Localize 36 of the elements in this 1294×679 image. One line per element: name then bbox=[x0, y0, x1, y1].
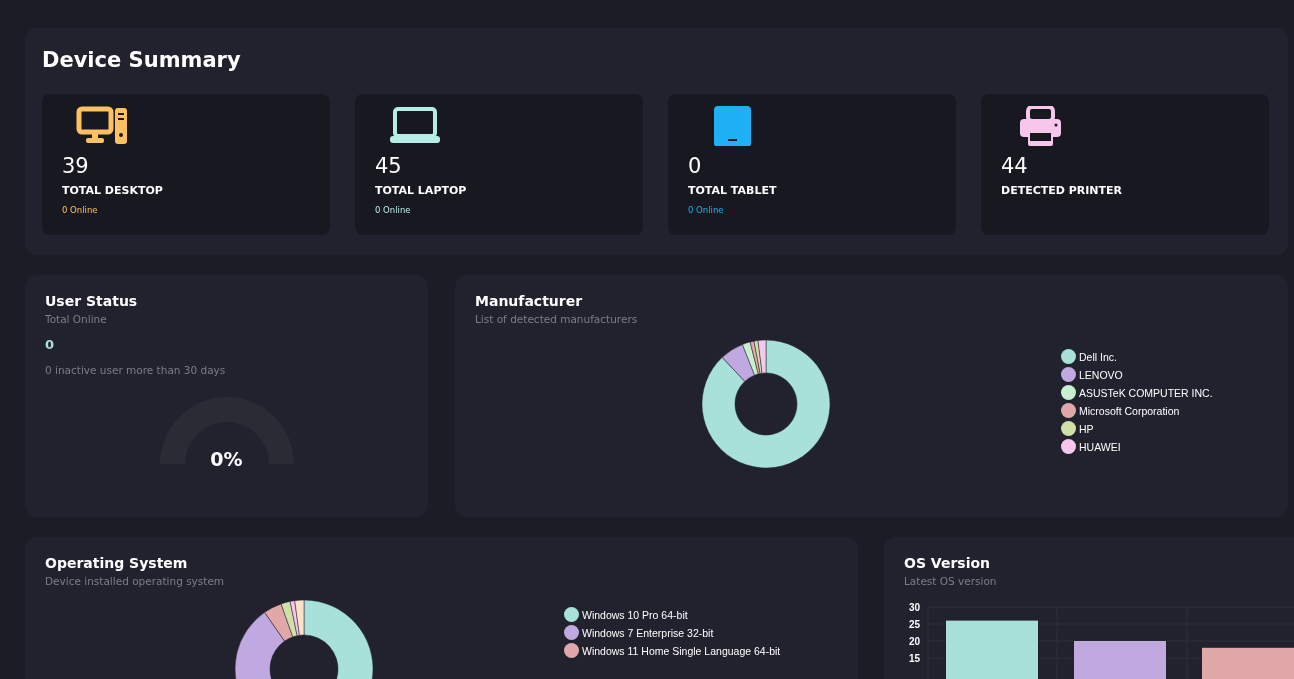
legend-item[interactable]: ASUSTeK COMPUTER INC. bbox=[1061, 385, 1213, 400]
stat-label: TOTAL TABLET bbox=[688, 184, 778, 197]
stat-count: 45 bbox=[375, 154, 403, 178]
stat-count: 0 bbox=[688, 154, 703, 178]
legend-item[interactable]: Dell Inc. bbox=[1061, 349, 1213, 364]
y-tick: 25 bbox=[908, 619, 920, 630]
y-tick: 20 bbox=[908, 636, 920, 647]
stat-label: DETECTED PRINTER bbox=[1001, 184, 1124, 197]
legend-item[interactable]: Windows 10 Pro 64-bit bbox=[564, 607, 781, 622]
legend-item[interactable]: Windows 11 Home Single Language 64-bit bbox=[564, 643, 781, 658]
section-title: Device Summary bbox=[42, 48, 242, 72]
card-subtitle: Device installed operating system bbox=[45, 575, 226, 587]
online-value: 0 bbox=[45, 337, 55, 352]
inactive-note: 0 inactive user more than 30 days bbox=[45, 364, 227, 376]
gauge-reading: 0% bbox=[210, 448, 243, 470]
card-title: OS Version bbox=[904, 555, 992, 571]
stat-label: TOTAL DESKTOP bbox=[62, 184, 164, 197]
card-title: User Status bbox=[45, 293, 139, 309]
y-tick: 30 bbox=[908, 602, 920, 613]
card-subtitle: Total Online bbox=[45, 313, 108, 325]
legend-item[interactable]: LENOVO bbox=[1061, 367, 1213, 382]
card-title: Operating System bbox=[45, 555, 189, 571]
card-subtitle: Latest OS version bbox=[904, 575, 998, 587]
legend-item[interactable]: Windows 7 Enterprise 32-bit bbox=[564, 625, 781, 640]
online-count: 0 Online bbox=[62, 205, 99, 215]
legend-item[interactable]: Microsoft Corporation bbox=[1061, 403, 1213, 418]
online-count: 0 Online bbox=[688, 205, 725, 215]
y-tick: 15 bbox=[908, 653, 920, 664]
stat-count: 39 bbox=[62, 154, 90, 178]
legend-item[interactable]: HUAWEI bbox=[1061, 439, 1213, 454]
legend-item[interactable]: HP bbox=[1061, 421, 1213, 436]
stat-label: TOTAL LAPTOP bbox=[375, 184, 468, 197]
card-subtitle: List of detected manufacturers bbox=[475, 313, 639, 325]
card-title: Manufacturer bbox=[475, 293, 584, 309]
online-count: 0 Online bbox=[375, 205, 412, 215]
stat-count: 44 bbox=[1001, 154, 1029, 178]
